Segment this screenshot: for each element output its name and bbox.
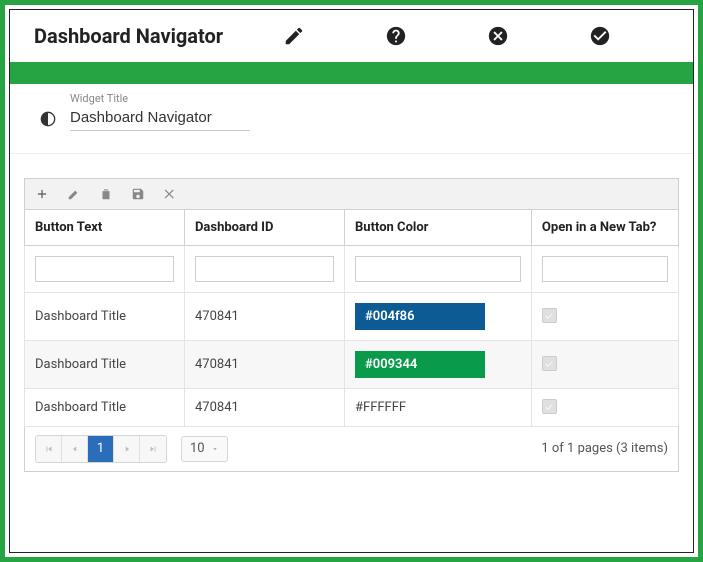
cell-button-text: Dashboard Title — [25, 293, 185, 341]
cell-open-new-tab — [531, 389, 678, 427]
config-area: Widget Title — [10, 84, 693, 149]
help-icon[interactable] — [385, 25, 407, 47]
col-button-color[interactable]: Button Color — [345, 210, 532, 246]
col-open-new-tab[interactable]: Open in a New Tab? — [531, 210, 678, 246]
filter-button-text[interactable] — [35, 256, 174, 282]
header-bar: Dashboard Navigator — [10, 10, 693, 62]
cell-button-text: Dashboard Title — [25, 389, 185, 427]
cell-open-new-tab — [531, 293, 678, 341]
filter-open-new-tab[interactable] — [542, 256, 668, 282]
filter-button-color[interactable] — [355, 256, 521, 282]
delete-row-button[interactable] — [99, 187, 113, 201]
page-title: Dashboard Navigator — [34, 24, 223, 48]
color-chip: #009344 — [355, 351, 485, 378]
table-row[interactable]: Dashboard Title470841 #009344 — [25, 341, 679, 389]
color-chip: #004f86 — [355, 303, 485, 330]
checkbox-disabled — [542, 356, 557, 371]
widget-title-label: Widget Title — [70, 92, 250, 105]
close-icon[interactable] — [487, 25, 509, 47]
pager-prev-button[interactable] — [62, 436, 88, 462]
confirm-icon[interactable] — [589, 25, 611, 47]
pager-size-select[interactable]: 10 — [181, 436, 228, 462]
data-grid: Button Text Dashboard ID Button Color Op… — [24, 209, 679, 427]
grid-toolbar — [24, 178, 679, 209]
pager-next-button[interactable] — [114, 436, 140, 462]
widget-title-input[interactable] — [70, 107, 250, 131]
pager-first-button[interactable] — [36, 436, 62, 462]
pager-info: 1 of 1 pages (3 items) — [541, 441, 668, 456]
pager-page-current[interactable]: 1 — [88, 436, 114, 462]
filter-row — [25, 246, 679, 293]
cell-dashboard-id: 470841 — [184, 293, 344, 341]
pager-last-button[interactable] — [140, 436, 166, 462]
accent-strip — [10, 62, 693, 84]
cell-button-text: Dashboard Title — [25, 341, 185, 389]
add-row-button[interactable] — [35, 187, 49, 201]
checkbox-disabled — [542, 399, 557, 414]
filter-dashboard-id[interactable] — [195, 256, 334, 282]
cell-button-color: #009344 — [345, 341, 532, 389]
cell-dashboard-id: 470841 — [184, 341, 344, 389]
pager-size-value: 10 — [190, 441, 205, 456]
cell-button-color: #004f86 — [345, 293, 532, 341]
table-row[interactable]: Dashboard Title470841#FFFFFF — [25, 389, 679, 427]
col-button-text[interactable]: Button Text — [25, 210, 185, 246]
edit-icon[interactable] — [283, 25, 305, 47]
cancel-row-button[interactable] — [163, 187, 177, 201]
edit-row-button[interactable] — [67, 187, 81, 201]
cell-open-new-tab — [531, 341, 678, 389]
cell-button-color: #FFFFFF — [345, 389, 532, 427]
table-row[interactable]: Dashboard Title470841 #004f86 — [25, 293, 679, 341]
cell-dashboard-id: 470841 — [184, 389, 344, 427]
chevron-down-icon — [211, 445, 219, 453]
contrast-icon[interactable] — [40, 111, 56, 131]
checkbox-disabled — [542, 308, 557, 323]
col-dashboard-id[interactable]: Dashboard ID — [184, 210, 344, 246]
pager: 1 10 1 of 1 pages (3 items) — [24, 427, 679, 472]
save-row-button[interactable] — [131, 187, 145, 201]
